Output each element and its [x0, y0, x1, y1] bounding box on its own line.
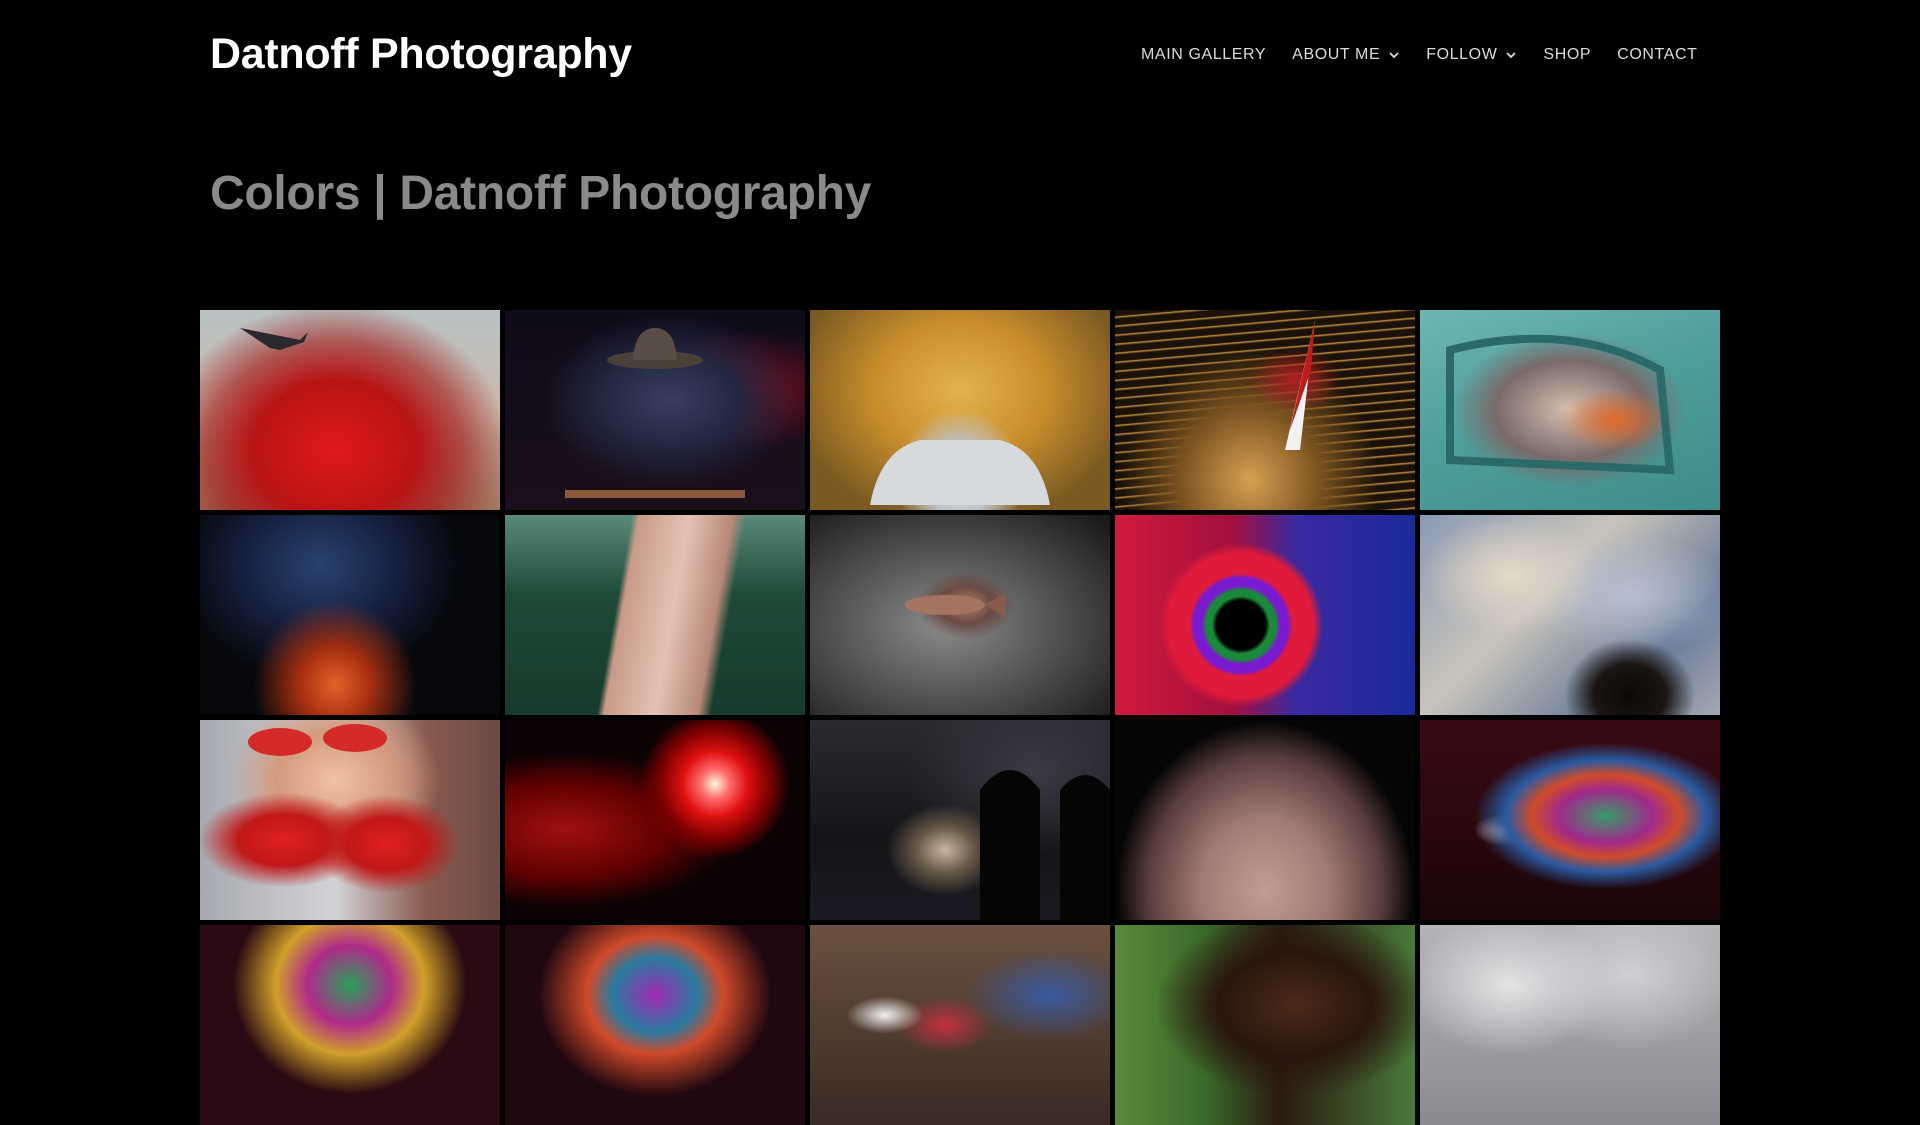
chevron-down-icon: [1505, 49, 1517, 61]
nav-item-label: FOLLOW: [1426, 46, 1498, 63]
nav-item-follow[interactable]: FOLLOW: [1426, 46, 1517, 64]
giant-bubble-photo-2[interactable]: [505, 925, 805, 1125]
redwood-trunk-forest-photo[interactable]: [505, 515, 805, 715]
horse-in-field-photo[interactable]: [1115, 925, 1415, 1125]
nav-item-label: SHOP: [1543, 46, 1592, 63]
rodeo-cowboy-photo[interactable]: [810, 925, 1110, 1125]
windsurfer-golden-water-photo[interactable]: [1115, 310, 1415, 510]
red-caps: [248, 724, 387, 756]
sail-shape: [1285, 320, 1315, 450]
giant-bubble-photo-1[interactable]: [200, 925, 500, 1125]
nav-item-label: CONTACT: [1617, 46, 1698, 63]
man-with-giant-bubble-photo[interactable]: [1420, 720, 1720, 920]
nav-item-main-gallery[interactable]: MAIN GALLERY: [1141, 46, 1266, 64]
nav-item-shop[interactable]: SHOP: [1543, 46, 1591, 64]
two-boys-red-caps-photo[interactable]: [200, 720, 500, 920]
hat-silhouette: [565, 328, 745, 498]
man-in-teal-car-photo[interactable]: [1420, 310, 1720, 510]
car-silhouette: [870, 440, 1050, 505]
white-convertible-orchard-photo[interactable]: [810, 310, 1110, 510]
cloudy-sky-photo[interactable]: [1420, 925, 1720, 1125]
page-title: Colors | Datnoff Photography: [210, 167, 871, 220]
painted-faces-mural-photo[interactable]: [1420, 515, 1720, 715]
blacksmith-hammering-hot-metal-photo[interactable]: [200, 515, 500, 715]
nav-item-label: MAIN GALLERY: [1141, 46, 1267, 63]
air-tanker-icon: [240, 328, 308, 350]
water-drops-on-skin-photo[interactable]: [1115, 720, 1415, 920]
man-with-hat-playing-instrument-photo[interactable]: [505, 310, 805, 510]
site-title[interactable]: Datnoff Photography: [210, 30, 632, 79]
rainbow-neon-tunnel-photo[interactable]: [1115, 515, 1415, 715]
red-smoke-air-tanker-photo[interactable]: [200, 310, 500, 510]
nav-item-about-me[interactable]: ABOUT ME: [1292, 46, 1400, 64]
photo-gallery: [200, 310, 1721, 1125]
main-nav: MAIN GALLERY ABOUT ME FOLLOW SHOP CONTAC…: [1141, 46, 1698, 64]
fish-on-gray-surface-photo[interactable]: [810, 515, 1110, 715]
nav-item-label: ABOUT ME: [1292, 46, 1381, 63]
red-light-burst-photo[interactable]: [505, 720, 805, 920]
chevron-down-icon: [1388, 49, 1400, 61]
wine-barrels-cellar-photo[interactable]: [810, 720, 1110, 920]
cellar-arches: [980, 770, 1110, 920]
fish-icon: [905, 593, 1005, 617]
car-window-frame: [1446, 334, 1675, 475]
nav-item-contact[interactable]: CONTACT: [1617, 46, 1697, 64]
